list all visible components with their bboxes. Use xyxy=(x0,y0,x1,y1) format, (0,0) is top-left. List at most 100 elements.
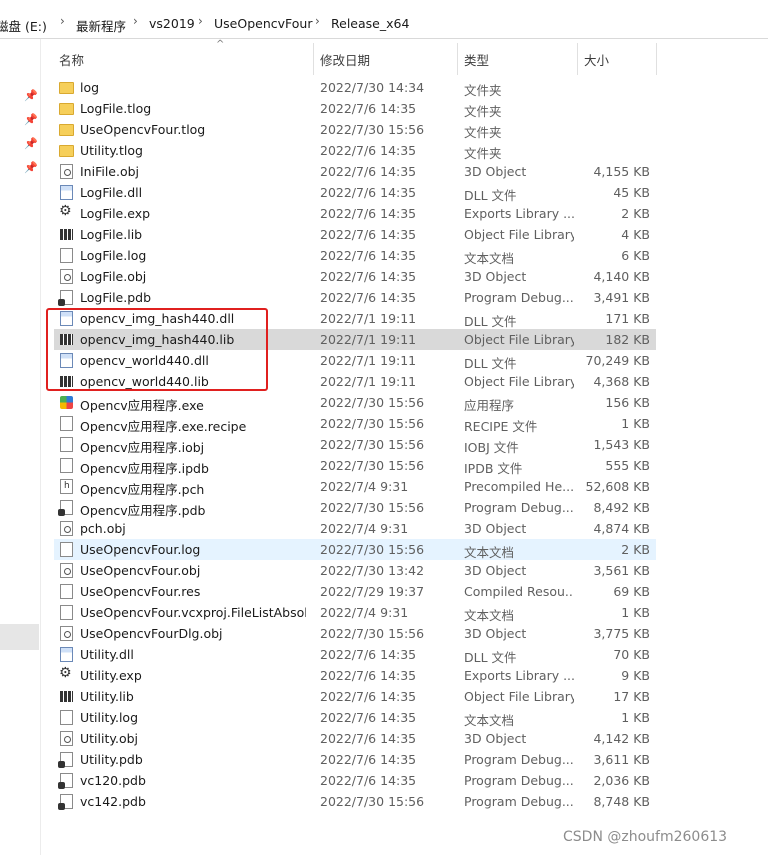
pdb-file-icon xyxy=(58,290,73,306)
file-name: UseOpencvFour.vcxproj.FileListAbsol... xyxy=(80,605,306,620)
file-row[interactable]: Utility.dll 2022/7/6 14:35 DLL 文件 70 KB xyxy=(54,644,656,665)
file-row[interactable]: UseOpencvFour.tlog 2022/7/30 15:56 文件夹 xyxy=(54,119,656,140)
file-row[interactable]: Utility.log 2022/7/6 14:35 文本文档 1 KB xyxy=(54,707,656,728)
file-type: 3D Object xyxy=(464,521,527,536)
file-date: 2022/7/6 14:35 xyxy=(320,248,417,263)
file-date: 2022/7/1 19:11 xyxy=(320,332,417,347)
file-row[interactable]: LogFile.lib 2022/7/6 14:35 Object File Lib… xyxy=(54,224,656,245)
file-row[interactable]: vc142.pdb 2022/7/30 15:56 Program Debug...… xyxy=(54,791,656,812)
file-date: 2022/7/30 15:56 xyxy=(320,395,425,410)
file-row[interactable]: Utility.exp 2022/7/6 14:35 Exports Library… xyxy=(54,665,656,686)
file-name: UseOpencvFour.res xyxy=(80,584,201,599)
file-date: 2022/7/30 15:56 xyxy=(320,626,425,641)
breadcrumb-drive[interactable]: 磁盘 (E:) xyxy=(0,16,47,35)
file-name: Utility.log xyxy=(80,710,139,725)
nav-selected-item[interactable] xyxy=(0,624,39,650)
file-date: 2022/7/6 14:35 xyxy=(320,752,417,767)
column-divider[interactable] xyxy=(313,43,314,75)
file-type: Program Debug... xyxy=(464,500,574,515)
header-size[interactable]: 大小 xyxy=(584,50,609,69)
file-row[interactable]: LogFile.pdb 2022/7/6 14:35 Program Debug..… xyxy=(54,287,656,308)
file-size: 3,491 KB xyxy=(593,290,650,305)
file-name: Opencv应用程序.pdb xyxy=(80,503,206,518)
file-row[interactable]: UseOpencvFour.res 2022/7/29 19:37 Compiled… xyxy=(54,581,656,602)
file-row[interactable]: vc120.pdb 2022/7/6 14:35 Program Debug... 2… xyxy=(54,770,656,791)
exp-file-icon xyxy=(59,203,73,221)
breadcrumb-latest[interactable]: 最新程序 xyxy=(76,16,126,35)
obj-file-icon xyxy=(60,269,73,284)
file-type: 文件夹 xyxy=(464,125,502,140)
file-type: Object File Library xyxy=(464,227,574,242)
file-size: 70 KB xyxy=(613,647,650,662)
file-size: 3,561 KB xyxy=(593,563,650,578)
file-name: LogFile.log xyxy=(80,248,147,263)
file-row[interactable]: IniFile.obj 2022/7/6 14:35 3D Object 4,155 … xyxy=(54,161,656,182)
file-size: 8,748 KB xyxy=(593,794,650,809)
navigation-pane[interactable]: 📌 📌 📌 📌 xyxy=(0,39,41,855)
file-name: UseOpencvFour.tlog xyxy=(80,122,206,137)
file-row[interactable]: Opencv应用程序.ipdb 2022/7/30 15:56 IPDB 文件 555… xyxy=(54,455,656,476)
address-bar[interactable]: 磁盘 (E:) › 最新程序 › vs2019 › UseOpencvFour … xyxy=(0,10,768,39)
file-row[interactable]: Opencv应用程序.exe.recipe 2022/7/30 15:56 RECI… xyxy=(54,413,656,434)
chevron-right-icon[interactable]: › xyxy=(198,14,203,28)
doc-file-icon xyxy=(60,437,73,452)
chevron-right-icon[interactable]: › xyxy=(60,14,65,28)
column-divider[interactable] xyxy=(457,43,458,75)
file-size: 4,368 KB xyxy=(593,374,650,389)
pdb-file-icon xyxy=(58,773,73,789)
file-row[interactable]: LogFile.log 2022/7/6 14:35 文本文档 6 KB xyxy=(54,245,656,266)
file-name: LogFile.dll xyxy=(80,185,143,200)
file-row[interactable]: UseOpencvFour.obj 2022/7/30 13:42 3D Objec… xyxy=(54,560,656,581)
file-row[interactable]: Opencv应用程序.pdb 2022/7/30 15:56 Program Deb… xyxy=(54,497,656,518)
file-row[interactable]: pch.obj 2022/7/4 9:31 3D Object 4,874 KB xyxy=(54,518,656,539)
file-name: Utility.exp xyxy=(80,668,142,683)
pin-icon: 📌 xyxy=(24,89,38,102)
chevron-right-icon[interactable]: › xyxy=(315,14,320,28)
header-type[interactable]: 类型 xyxy=(464,50,489,69)
file-row[interactable]: UseOpencvFour.vcxproj.FileListAbsol... 20… xyxy=(54,602,656,623)
file-type: 文本文档 xyxy=(464,251,515,266)
file-row[interactable]: Utility.obj 2022/7/6 14:35 3D Object 4,142 … xyxy=(54,728,656,749)
file-name: Utility.tlog xyxy=(80,143,143,158)
file-row[interactable]: LogFile.dll 2022/7/6 14:35 DLL 文件 45 KB xyxy=(54,182,656,203)
file-name: LogFile.pdb xyxy=(80,290,152,305)
file-type: DLL 文件 xyxy=(464,650,517,665)
file-type: 3D Object xyxy=(464,626,527,641)
file-row[interactable]: log 2022/7/30 14:34 文件夹 xyxy=(54,77,656,98)
column-divider[interactable] xyxy=(656,43,657,75)
file-date: 2022/7/6 14:35 xyxy=(320,227,417,242)
header-name[interactable]: 名称 xyxy=(59,50,84,69)
lib-file-icon xyxy=(60,227,73,242)
pin-icon: 📌 xyxy=(24,137,38,150)
file-row[interactable]: LogFile.tlog 2022/7/6 14:35 文件夹 xyxy=(54,98,656,119)
breadcrumb-release[interactable]: Release_x64 xyxy=(331,16,409,31)
file-row[interactable]: Utility.tlog 2022/7/6 14:35 文件夹 xyxy=(54,140,656,161)
file-name: Opencv应用程序.exe.recipe xyxy=(80,419,247,434)
file-row[interactable]: UseOpencvFourDlg.obj 2022/7/30 15:56 3D Ob… xyxy=(54,623,656,644)
file-name: LogFile.tlog xyxy=(80,101,152,116)
file-type: Exports Library ... xyxy=(464,668,574,683)
file-row[interactable]: Utility.lib 2022/7/6 14:35 Object File Lib… xyxy=(54,686,656,707)
column-divider[interactable] xyxy=(577,43,578,75)
file-size: 1 KB xyxy=(621,710,650,725)
chevron-right-icon[interactable]: › xyxy=(133,14,138,28)
file-size: 9 KB xyxy=(621,668,650,683)
file-row[interactable]: Opencv应用程序.iobj 2022/7/30 15:56 IOBJ 文件 1,5… xyxy=(54,434,656,455)
file-date: 2022/7/30 15:56 xyxy=(320,437,425,452)
file-row[interactable]: Opencv应用程序.pch 2022/7/4 9:31 Precompiled H… xyxy=(54,476,656,497)
file-row[interactable]: LogFile.obj 2022/7/6 14:35 3D Object 4,140 … xyxy=(54,266,656,287)
file-row[interactable]: Opencv应用程序.exe 2022/7/30 15:56 应用程序 156 KB xyxy=(54,392,656,413)
header-date[interactable]: 修改日期 xyxy=(320,50,370,69)
file-date: 2022/7/4 9:31 xyxy=(320,479,409,494)
file-name: LogFile.lib xyxy=(80,227,143,242)
breadcrumb-vs2019[interactable]: vs2019 xyxy=(149,16,195,31)
file-name: Opencv应用程序.exe xyxy=(80,398,204,413)
file-type: Program Debug... xyxy=(464,773,574,788)
breadcrumb-project[interactable]: UseOpencvFour xyxy=(214,16,312,31)
file-row[interactable]: LogFile.exp 2022/7/6 14:35 Exports Library… xyxy=(54,203,656,224)
file-name: LogFile.exp xyxy=(80,206,151,221)
file-date: 2022/7/30 15:56 xyxy=(320,416,425,431)
file-row[interactable]: UseOpencvFour.log 2022/7/30 15:56 文本文档 2 KB xyxy=(54,539,656,560)
file-date: 2022/7/30 14:34 xyxy=(320,80,425,95)
file-row[interactable]: Utility.pdb 2022/7/6 14:35 Program Debug..… xyxy=(54,749,656,770)
